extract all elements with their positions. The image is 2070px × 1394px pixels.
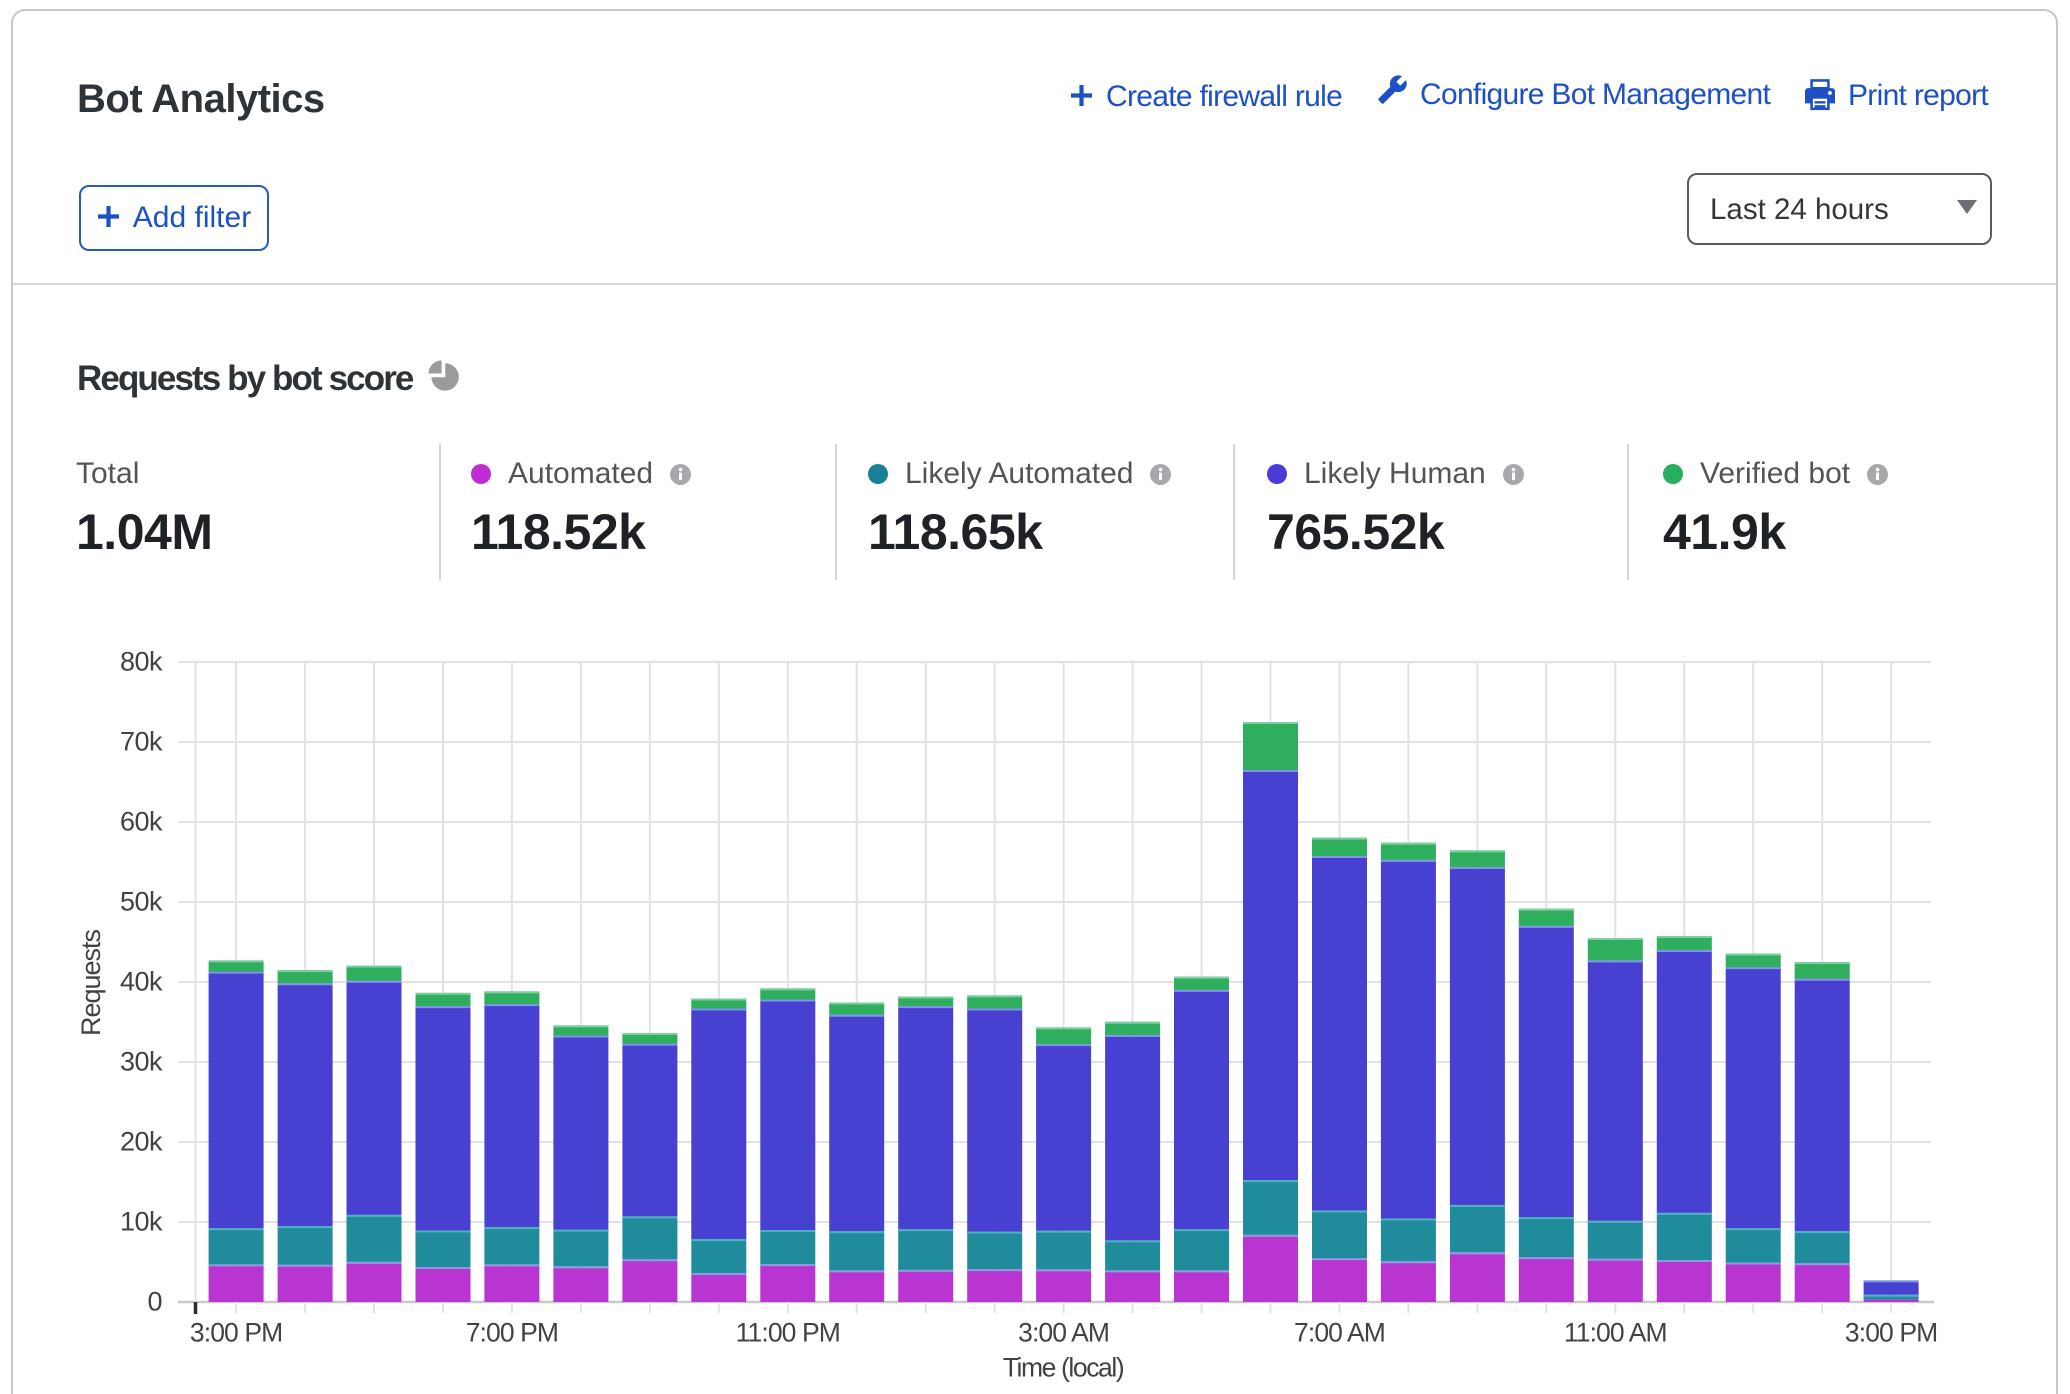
svg-text:3:00 AM: 3:00 AM: [1018, 1318, 1109, 1348]
svg-text:80k: 80k: [120, 647, 163, 677]
svg-text:70k: 70k: [120, 727, 163, 757]
svg-text:Time (local): Time (local): [1003, 1353, 1124, 1383]
svg-text:60k: 60k: [120, 807, 163, 837]
svg-text:7:00 AM: 7:00 AM: [1294, 1318, 1385, 1348]
svg-text:3:00 PM: 3:00 PM: [190, 1318, 282, 1348]
svg-text:30k: 30k: [120, 1047, 163, 1077]
svg-text:11:00 AM: 11:00 AM: [1564, 1318, 1667, 1348]
svg-text:3:00 PM: 3:00 PM: [1845, 1318, 1937, 1348]
svg-text:11:00 PM: 11:00 PM: [736, 1318, 840, 1348]
svg-text:20k: 20k: [120, 1127, 163, 1157]
svg-text:0: 0: [147, 1287, 162, 1317]
svg-text:50k: 50k: [120, 887, 163, 917]
svg-text:7:00 PM: 7:00 PM: [466, 1318, 558, 1348]
svg-text:Requests: Requests: [76, 929, 106, 1036]
svg-text:40k: 40k: [120, 967, 163, 997]
svg-text:10k: 10k: [120, 1207, 163, 1237]
